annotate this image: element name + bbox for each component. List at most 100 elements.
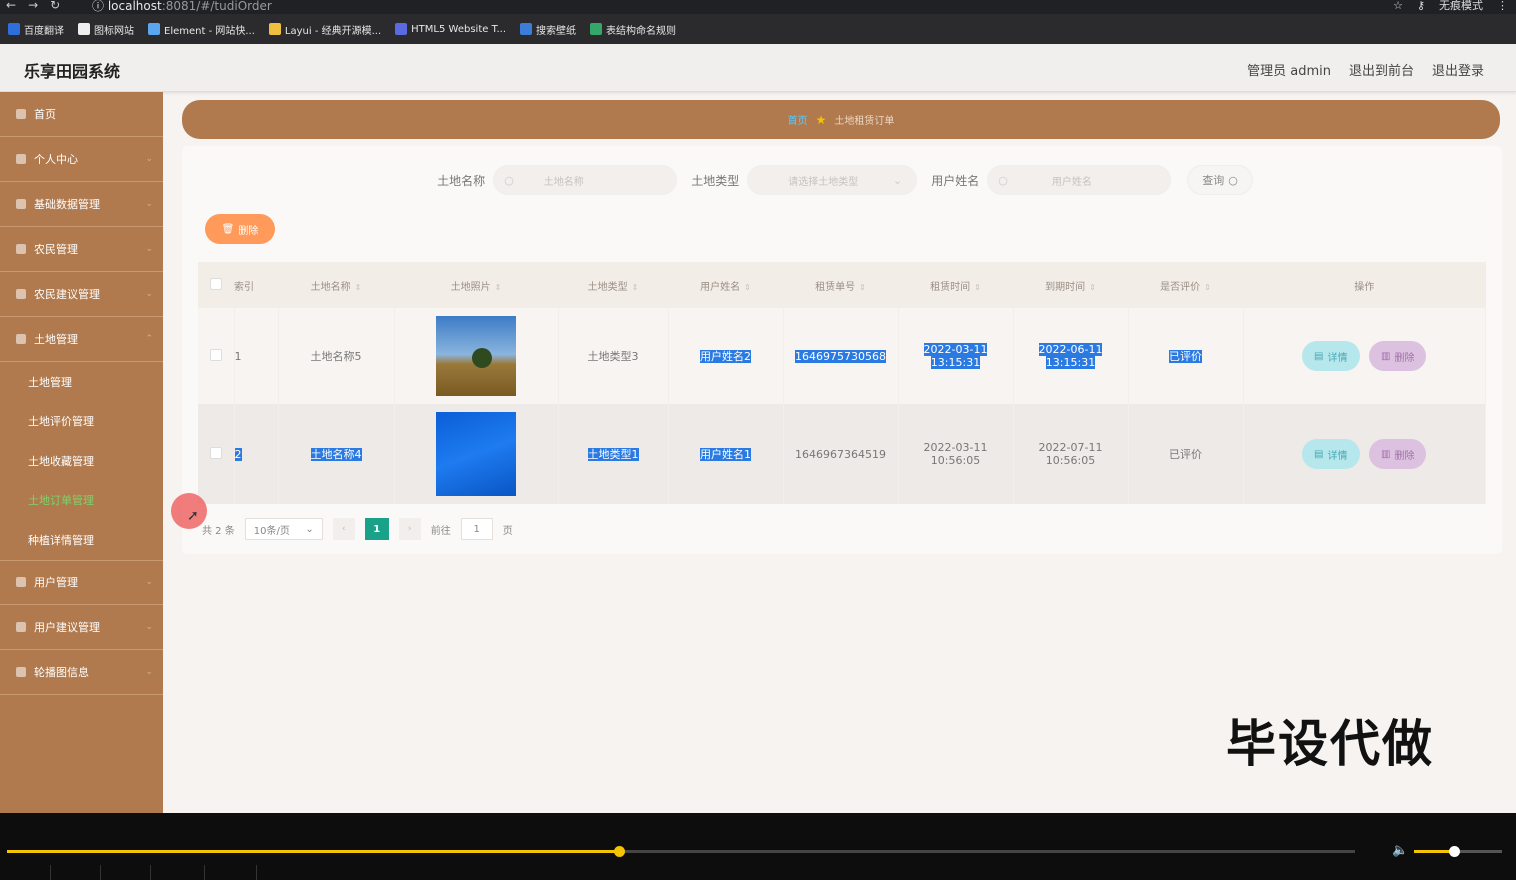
back-icon[interactable]: ←	[6, 0, 16, 12]
bookmark-item[interactable]: 表结构命名规则	[590, 22, 676, 37]
page-size-select[interactable]: 10条/页 ⌄	[244, 518, 323, 540]
search-form: 土地名称 ○ 土地名称 土地类型 请选择土地类型 ⌄ 用户姓名 ○ 用户姓名 查询 ○	[182, 164, 1502, 196]
col-land-name[interactable]: 土地名称 ⇕	[278, 262, 394, 308]
sidebar-item-users[interactable]: 用户管理 ⌄	[0, 559, 163, 605]
sidebar-item-farmer-advice[interactable]: 农民建议管理 ⌄	[0, 272, 163, 317]
trash-icon: ▥	[1381, 350, 1391, 362]
prev-page-button[interactable]: ‹	[332, 518, 355, 540]
bookmark-item[interactable]: HTML5 Website T...	[395, 23, 506, 35]
next-page-button[interactable]: ›	[398, 518, 421, 540]
volume-knob[interactable]	[1448, 846, 1460, 857]
bookmark-item[interactable]: 百度翻译	[8, 22, 64, 37]
divider	[150, 865, 151, 880]
progress-knob[interactable]	[613, 846, 625, 857]
breadcrumb-home[interactable]: 首页	[788, 112, 808, 127]
trash-icon: 🗑	[221, 223, 235, 235]
star-icon[interactable]: ☆	[1393, 0, 1403, 12]
sidebar-sub-land-manage[interactable]: 土地管理	[0, 362, 163, 402]
list-icon	[16, 621, 26, 632]
sidebar-item-carousel[interactable]: 轮播图信息 ⌄	[0, 650, 163, 695]
cell-expire-time: 2022-06-11 13:15:31	[1013, 308, 1129, 404]
browser-nav: ← → ↻	[6, 0, 60, 12]
user-name-label: 用户姓名	[931, 173, 980, 188]
trash-icon: ▥	[1381, 448, 1391, 460]
sort-icon: ⇕	[1089, 282, 1096, 292]
sidebar-sub-planting[interactable]: 种植详情管理	[0, 520, 163, 560]
sort-icon: ⇕	[744, 282, 751, 292]
sidebar-sub-land-order[interactable]: 土地订单管理	[0, 481, 163, 521]
document-icon: ▤	[1314, 448, 1324, 460]
cell-land-photo[interactable]	[394, 308, 559, 404]
forward-icon[interactable]: →	[28, 0, 38, 12]
delete-button[interactable]: ▥ 删除	[1369, 341, 1427, 371]
user-icon	[16, 154, 26, 164]
progress-track[interactable]	[7, 850, 1355, 853]
app-title: 乐享田园系统	[24, 62, 121, 81]
col-rent-time[interactable]: 租赁时间 ⇕	[898, 262, 1013, 308]
back-to-front-link[interactable]: 退出到前台	[1349, 60, 1414, 79]
incognito-label[interactable]: 无痕模式	[1439, 0, 1483, 13]
cell-index: 2	[234, 404, 279, 504]
sidebar-sub-land-rating[interactable]: 土地评价管理	[0, 402, 163, 442]
sidebar-item-profile[interactable]: 个人中心 ⌄	[0, 137, 163, 182]
col-land-photo[interactable]: 土地照片 ⇕	[394, 262, 558, 308]
bookmark-item[interactable]: Layui - 经典开源模...	[268, 22, 381, 37]
bookmark-item[interactable]: Element - 网站快...	[148, 22, 255, 37]
page-number-current[interactable]: 1	[364, 518, 389, 540]
land-photo-image[interactable]	[436, 412, 516, 496]
delete-button[interactable]: ▥ 删除	[1369, 439, 1427, 469]
col-land-type[interactable]: 土地类型 ⇕	[558, 262, 668, 308]
sidebar: 首页 个人中心 ⌄ 基础数据管理 ⌄ 农民管理 ⌄ 农民建议管理 ⌄ 土地管理 ⌃ 土地管…	[0, 92, 163, 813]
layui-icon	[268, 23, 281, 35]
logout-link[interactable]: 退出登录	[1432, 60, 1484, 79]
translate-icon	[8, 23, 20, 35]
reload-icon[interactable]: ↻	[50, 0, 60, 12]
app-window: 乐享田园系统 管理员 admin 退出到前台 退出登录 首页 个人中心 ⌄ 基础数…	[0, 44, 1516, 813]
col-rated[interactable]: 是否评价 ⇕	[1128, 262, 1243, 308]
cell-land-photo[interactable]	[394, 404, 559, 504]
volume-icon[interactable]: 🔈	[1392, 843, 1408, 858]
bookmark-item[interactable]: 图标网站	[78, 22, 134, 37]
col-order-no[interactable]: 租赁单号 ⇕	[783, 262, 898, 308]
detail-button[interactable]: ▤ 详情	[1302, 439, 1360, 469]
total-count: 共 2 条	[202, 525, 235, 537]
carousel-icon	[16, 666, 26, 677]
chevron-down-icon: ⌄	[145, 199, 153, 209]
row-checkbox[interactable]	[198, 404, 235, 504]
select-all-checkbox[interactable]	[198, 262, 234, 308]
col-user-name[interactable]: 用户姓名 ⇕	[668, 262, 783, 308]
sidebar-item-farmer[interactable]: 农民管理 ⌄	[0, 227, 163, 272]
sidebar-sub-land-favorite[interactable]: 土地收藏管理	[0, 441, 163, 481]
image-icon	[78, 23, 90, 35]
bulk-delete-button[interactable]: 🗑 删除	[205, 214, 275, 244]
chevron-down-icon: ⌄	[892, 173, 903, 187]
land-name-input[interactable]: ○ 土地名称	[493, 165, 678, 195]
row-checkbox[interactable]	[198, 308, 235, 404]
table-icon	[590, 23, 603, 35]
detail-button[interactable]: ▤ 详情	[1302, 341, 1360, 371]
user-name-input[interactable]: ○ 用户姓名	[987, 165, 1172, 195]
chevron-down-icon: ⌄	[145, 289, 153, 299]
cell-actions: ▤ 详情 ▥ 删除	[1243, 404, 1486, 504]
breadcrumb: 首页 ★ 土地租赁订单	[182, 100, 1500, 139]
sidebar-item-land[interactable]: 土地管理 ⌃	[0, 317, 163, 362]
sort-icon: ⇕	[354, 282, 362, 292]
cell-rent-time: 2022-03-11 10:56:05	[898, 404, 1014, 504]
element-icon	[148, 23, 160, 35]
sidebar-item-basic-data[interactable]: 基础数据管理 ⌄	[0, 182, 163, 227]
land-photo-image[interactable]	[436, 316, 516, 396]
users-icon	[16, 577, 26, 587]
star-icon: ★	[815, 112, 827, 127]
browser-toolbar: ← → ↻ ⓘ localhost:8081/#/tudiOrder ☆ ⚷ 无…	[0, 0, 1516, 14]
key-icon[interactable]: ⚷	[1417, 0, 1425, 12]
goto-page-input[interactable]: 1	[460, 518, 493, 540]
sidebar-item-home[interactable]: 首页	[0, 92, 163, 137]
bookmark-item[interactable]: 搜索壁纸	[520, 22, 576, 37]
col-expire-time[interactable]: 到期时间 ⇕	[1013, 262, 1128, 308]
land-type-select[interactable]: 请选择土地类型 ⌄	[747, 165, 918, 195]
query-button[interactable]: 查询 ○	[1187, 165, 1253, 195]
more-icon[interactable]: ⋮	[1497, 0, 1508, 12]
sidebar-item-user-advice[interactable]: 用户建议管理 ⌄	[0, 605, 163, 650]
col-index: 索引	[234, 262, 278, 308]
address-bar[interactable]: ⓘ localhost:8081/#/tudiOrder	[92, 0, 272, 14]
